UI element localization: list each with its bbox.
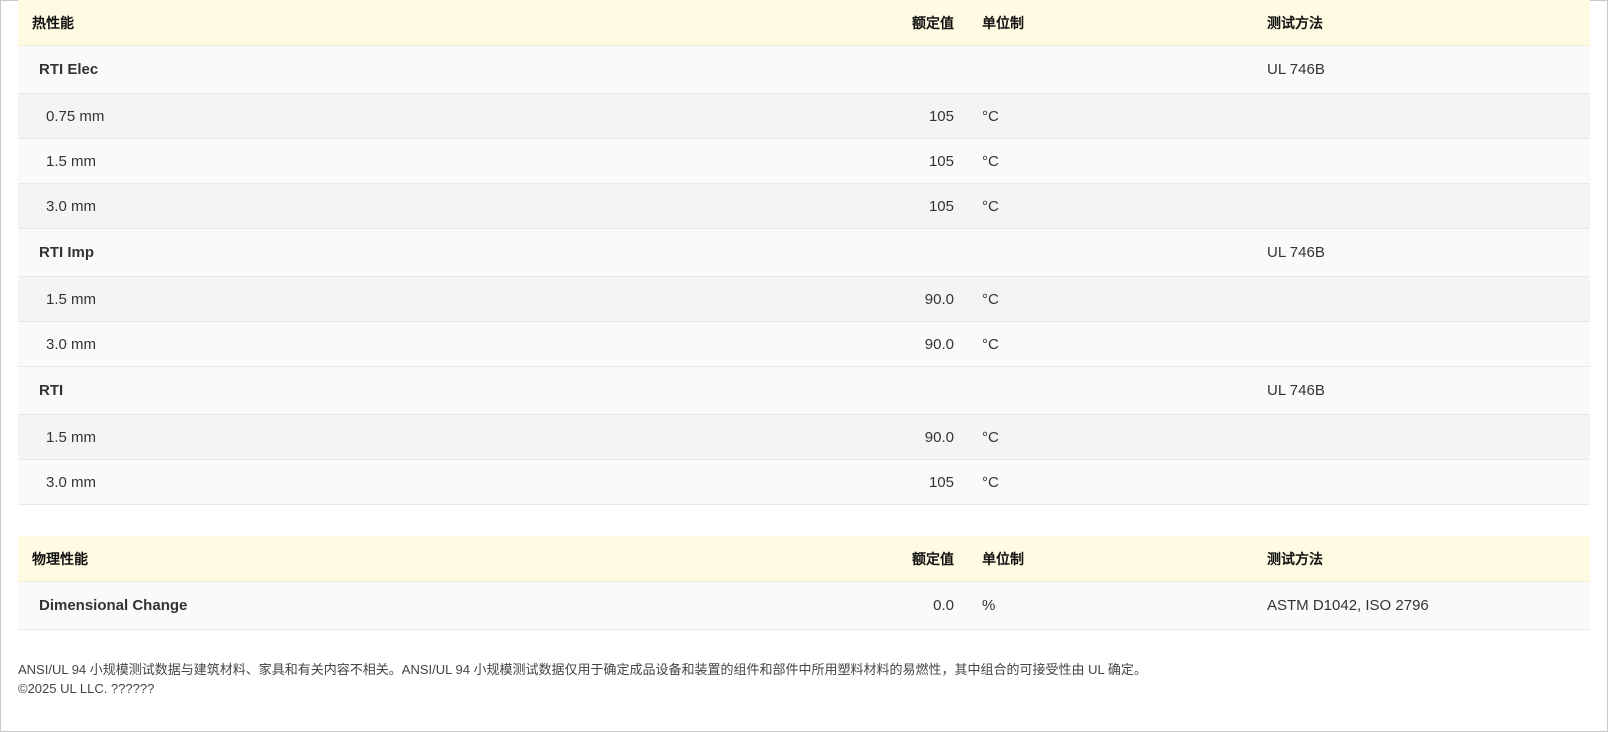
section-title: 物理性能 <box>18 536 804 582</box>
test-method: ASTM D1042, ISO 2796 <box>1267 581 1590 630</box>
table-row: 0.75 mm 105 °C <box>18 93 1590 139</box>
property-unit: °C <box>954 276 1267 322</box>
column-header-value: 额定值 <box>804 536 954 582</box>
physical-rows: Dimensional Change 0.0% ASTM D1042, ISO 27… <box>18 581 1590 630</box>
property-value: 90.0 <box>804 276 954 322</box>
property-name: 3.0 mm <box>18 459 804 505</box>
test-method <box>1267 459 1590 505</box>
test-method: UL 746B <box>1267 366 1590 415</box>
property-name: 0.75 mm <box>18 93 804 139</box>
physical-properties-table: 物理性能 额定值 单位制 测试方法 Dimensional Change 0.0%… <box>18 536 1590 630</box>
table-row: RTI Imp UL 746B <box>18 228 1590 277</box>
test-method <box>1267 276 1590 322</box>
table-row: Dimensional Change 0.0% ASTM D1042, ISO 27… <box>18 581 1590 630</box>
property-name: 1.5 mm <box>18 276 804 322</box>
property-unit: % <box>954 581 1267 630</box>
column-header-method: 测试方法 <box>1267 536 1590 582</box>
thermal-properties-table: 热性能 额定值 单位制 测试方法 RTI Elec UL 746B 0.75 mm 1… <box>18 0 1590 505</box>
table-row: 1.5 mm 105 °C <box>18 138 1590 184</box>
property-value: 105 <box>804 183 954 229</box>
thermal-rows: RTI Elec UL 746B 0.75 mm 105 °C 1.5 mm 105 °C 3.… <box>18 45 1590 505</box>
footer: ANSI/UL 94 小规模测试数据与建筑材料、家具和有关内容不相关。ANSI/… <box>18 660 1147 698</box>
property-unit: °C <box>954 138 1267 184</box>
property-name: 3.0 mm <box>18 183 804 229</box>
column-header-unit: 单位制 <box>954 0 1267 46</box>
disclaimer-text: ANSI/UL 94 小规模测试数据与建筑材料、家具和有关内容不相关。ANSI/… <box>18 662 1147 677</box>
test-method: UL 746B <box>1267 228 1590 277</box>
property-unit <box>954 366 1267 415</box>
property-value <box>804 366 954 415</box>
table-row: 1.5 mm 90.0 °C <box>18 414 1590 460</box>
test-method <box>1267 93 1590 139</box>
property-value: 90.0 <box>804 414 954 460</box>
property-unit <box>954 228 1267 277</box>
property-value: 0.0 <box>804 581 954 630</box>
column-header-method: 测试方法 <box>1267 0 1590 46</box>
property-name: RTI Imp <box>18 228 804 277</box>
table-row: 1.5 mm 90.0 °C <box>18 276 1590 322</box>
property-unit: °C <box>954 414 1267 460</box>
property-name: RTI <box>18 366 804 415</box>
property-unit: °C <box>954 459 1267 505</box>
table-row: RTI UL 746B <box>18 366 1590 415</box>
property-value: 105 <box>804 138 954 184</box>
property-name: 1.5 mm <box>18 414 804 460</box>
property-name: Dimensional Change <box>18 581 804 630</box>
column-header-unit: 单位制 <box>954 536 1267 582</box>
property-value: 105 <box>804 459 954 505</box>
section-title: 热性能 <box>18 0 804 46</box>
property-value: 90.0 <box>804 321 954 367</box>
property-value <box>804 45 954 94</box>
property-unit: °C <box>954 321 1267 367</box>
table-row: 3.0 mm 90.0 °C <box>18 321 1590 367</box>
test-method <box>1267 414 1590 460</box>
test-method <box>1267 183 1590 229</box>
table-header-row: 物理性能 额定值 单位制 测试方法 <box>18 536 1590 582</box>
property-value <box>804 228 954 277</box>
test-method <box>1267 321 1590 367</box>
table-header-row: 热性能 额定值 单位制 测试方法 <box>18 0 1590 46</box>
table-row: RTI Elec UL 746B <box>18 45 1590 94</box>
property-name: RTI Elec <box>18 45 804 94</box>
table-row: 3.0 mm 105 °C <box>18 459 1590 505</box>
property-unit <box>954 45 1267 94</box>
table-row: 3.0 mm 105 °C <box>18 183 1590 229</box>
property-name: 3.0 mm <box>18 321 804 367</box>
test-method <box>1267 138 1590 184</box>
property-value: 105 <box>804 93 954 139</box>
property-unit: °C <box>954 183 1267 229</box>
copyright-text: ©2025 UL LLC. ?????? <box>18 681 155 696</box>
column-header-value: 额定值 <box>804 0 954 46</box>
property-unit: °C <box>954 93 1267 139</box>
property-name: 1.5 mm <box>18 138 804 184</box>
property-tables: 热性能 额定值 单位制 测试方法 RTI Elec UL 746B 0.75 mm 1… <box>18 0 1590 630</box>
test-method: UL 746B <box>1267 45 1590 94</box>
